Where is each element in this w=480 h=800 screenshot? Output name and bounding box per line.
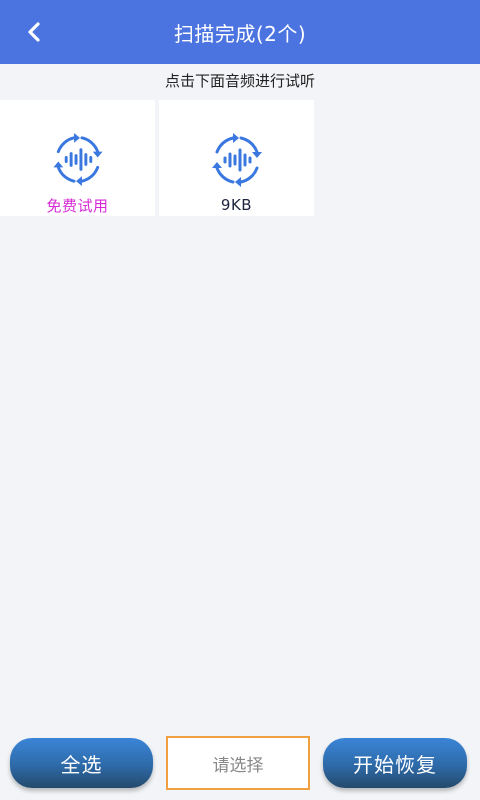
audio-wave-icon bbox=[52, 132, 103, 187]
audio-wave-icon bbox=[211, 133, 262, 187]
page-title: 扫描完成(2个) bbox=[173, 21, 307, 46]
hint-text: 点击下面音频进行试听 bbox=[164, 72, 315, 90]
audio-file-card[interactable]: 9KB bbox=[159, 100, 314, 216]
file-type-select[interactable]: 请选择 bbox=[166, 736, 310, 790]
audio-file-grid: 免费试用 9KB bbox=[0, 100, 480, 216]
chevron-left-icon bbox=[28, 22, 40, 42]
bottom-action-bar: 全选 请选择 开始恢复 bbox=[0, 734, 480, 790]
back-button[interactable] bbox=[14, 12, 54, 52]
file-size-label: 9KB bbox=[220, 196, 253, 214]
top-bar: 扫描完成(2个) bbox=[0, 0, 480, 64]
file-label: 免费试用 bbox=[46, 197, 109, 215]
start-recovery-button[interactable]: 开始恢复 bbox=[323, 738, 467, 788]
select-all-button[interactable]: 全选 bbox=[10, 738, 153, 788]
audio-file-card[interactable]: 免费试用 bbox=[0, 100, 155, 216]
